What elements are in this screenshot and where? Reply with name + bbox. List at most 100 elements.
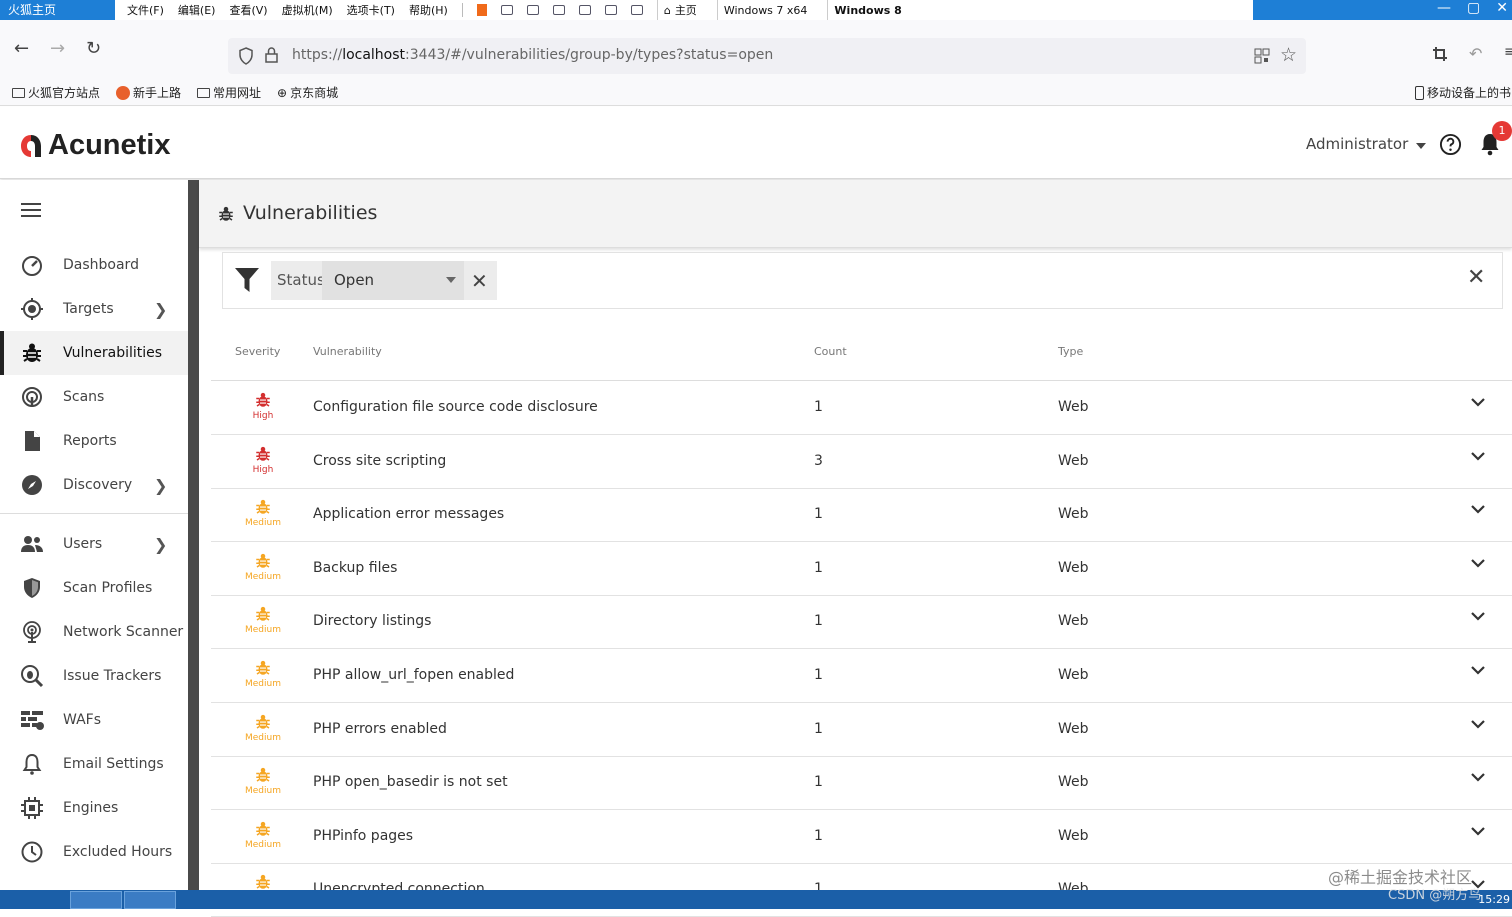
maximize-icon[interactable]: ▢	[1467, 0, 1480, 16]
sidebar-item-vulnerabilities[interactable]: Vulnerabilities	[0, 331, 188, 375]
severity-bug-icon	[243, 390, 283, 410]
table-row[interactable]: Medium Application error messages 1 Web	[211, 488, 1512, 543]
status-filter-select[interactable]: Open	[322, 261, 464, 300]
bookmark-item[interactable]: ⊕ 京东商城	[277, 84, 338, 101]
chevron-down-icon[interactable]	[1471, 719, 1485, 729]
column-severity[interactable]: Severity	[235, 345, 280, 358]
taskbar-firefox[interactable]	[124, 891, 176, 909]
vm-title-bar: 火狐主页 文件(F) 编辑(E) 查看(V) 虚拟机(M) 选项卡(T) 帮助(…	[0, 0, 1512, 20]
toolbar-icon[interactable]	[526, 5, 539, 15]
filter-value: Open	[334, 271, 375, 289]
sidebar-item-dashboard[interactable]: Dashboard	[0, 243, 188, 287]
sidebar-item-engines[interactable]: Engines	[0, 786, 188, 830]
severity-label: High	[252, 411, 274, 421]
filter-funnel-icon[interactable]	[234, 266, 260, 294]
sidebar-item-scans[interactable]: Scans	[0, 375, 188, 419]
vulnerability-name[interactable]: Cross site scripting	[313, 453, 446, 469]
chevron-down-icon[interactable]	[1471, 451, 1485, 461]
sidebar-scrollbar[interactable]	[188, 180, 199, 890]
column-count[interactable]: Count	[814, 345, 847, 358]
chevron-down-icon[interactable]	[1471, 397, 1485, 407]
bookmark-item[interactable]: 火狐官方站点	[12, 84, 100, 101]
back-arrow-icon[interactable]: ←	[14, 38, 29, 59]
menu-icon[interactable]: ≡	[1504, 44, 1512, 60]
vm-tab-win7[interactable]: Windows 7 x64	[716, 0, 814, 20]
brand-logo[interactable]: Acunetix	[20, 129, 170, 162]
column-vulnerability[interactable]: Vulnerability	[313, 345, 382, 358]
start-button[interactable]	[22, 891, 62, 909]
vm-tab-win8[interactable]: Windows 8	[827, 0, 907, 20]
sidebar-item-discovery[interactable]: Discovery ❯	[0, 463, 188, 507]
user-menu[interactable]: Administrator	[1306, 135, 1427, 153]
chevron-down-icon[interactable]	[1471, 611, 1485, 621]
toolbar-icon[interactable]	[604, 5, 617, 15]
sidebar-item-scan-profiles[interactable]: Scan Profiles	[0, 566, 188, 610]
vulnerability-name[interactable]: Backup files	[313, 560, 397, 576]
vulnerability-name[interactable]: Application error messages	[313, 506, 504, 522]
url-text[interactable]: https://localhost:3443/#/vulnerabilities…	[292, 47, 773, 63]
table-row[interactable]: High Configuration file source code discl…	[211, 381, 1512, 435]
vm-menu-tabs[interactable]: 选项卡(T)	[347, 2, 395, 18]
toolbar-icon[interactable]	[500, 5, 513, 15]
mobile-bookmarks[interactable]: 移动设备上的书	[1415, 84, 1511, 101]
bookmark-star-icon[interactable]: ☆	[1280, 44, 1297, 66]
close-icon[interactable]: ✕	[1496, 0, 1508, 16]
forward-arrow-icon[interactable]: →	[50, 38, 65, 59]
lock-icon[interactable]	[264, 46, 280, 64]
chevron-down-icon[interactable]	[1471, 504, 1485, 514]
vm-menu-view[interactable]: 查看(V)	[229, 2, 267, 18]
vulnerability-name[interactable]: PHP errors enabled	[313, 721, 447, 737]
table-row[interactable]: Medium Backup files 1 Web	[211, 542, 1512, 596]
bookmark-item[interactable]: 新手上路	[116, 84, 181, 101]
help-icon[interactable]	[1439, 133, 1462, 156]
table-row[interactable]: Medium PHPinfo pages 1 Web	[211, 810, 1512, 864]
sidebar-item-reports[interactable]: Reports	[0, 419, 188, 463]
browser-toolbar: ← → ↻ https://localhost:3443/#/vulnerabi…	[0, 20, 1512, 80]
table-row[interactable]: Medium PHP open_basedir is not set 1 Web	[211, 756, 1512, 811]
folder-icon	[197, 87, 210, 98]
sidebar-item-targets[interactable]: Targets ❯	[0, 287, 188, 331]
vm-tab-home[interactable]: ⌂ 主页	[656, 0, 703, 20]
chevron-down-icon[interactable]	[1471, 558, 1485, 568]
table-row[interactable]: Medium PHP errors enabled 1 Web	[211, 703, 1512, 757]
crop-icon[interactable]	[1432, 46, 1448, 62]
vulnerability-name[interactable]: Configuration file source code disclosur…	[313, 399, 598, 415]
chevron-down-icon[interactable]	[1471, 665, 1485, 675]
vm-menu-help[interactable]: 帮助(H)	[409, 2, 448, 18]
toolbar-icon[interactable]	[578, 5, 591, 15]
vulnerability-name[interactable]: PHP allow_url_fopen enabled	[313, 667, 514, 683]
vulnerability-name[interactable]: PHP open_basedir is not set	[313, 774, 508, 790]
table-row[interactable]: Medium Directory listings 1 Web	[211, 595, 1512, 650]
vm-menu-file[interactable]: 文件(F)	[127, 2, 164, 18]
toolbar-icon[interactable]	[552, 5, 565, 15]
chevron-down-icon[interactable]	[1471, 772, 1485, 782]
vm-menu-edit[interactable]: 编辑(E)	[178, 2, 216, 18]
sidebar-item-email-settings[interactable]: Email Settings	[0, 742, 188, 786]
reload-icon[interactable]: ↻	[86, 38, 101, 59]
minimize-icon[interactable]: —	[1437, 0, 1451, 16]
address-bar[interactable]: https://localhost:3443/#/vulnerabilities…	[228, 38, 1306, 74]
column-type[interactable]: Type	[1058, 345, 1083, 358]
sidebar-item-users[interactable]: Users ❯	[0, 522, 188, 566]
vm-menu-vm[interactable]: 虚拟机(M)	[282, 2, 333, 18]
toolbar-icon[interactable]	[630, 5, 643, 15]
table-row[interactable]: High Cross site scripting 3 Web	[211, 435, 1512, 489]
clear-filters-icon[interactable]: ✕	[1467, 265, 1485, 290]
table-row[interactable]: Medium PHP allow_url_fopen enabled 1 Web	[211, 649, 1512, 703]
sidebar-item-label: Vulnerabilities	[63, 345, 163, 361]
taskbar-explorer[interactable]	[70, 891, 122, 909]
sidebar-item-excluded-hours[interactable]: Excluded Hours	[0, 830, 188, 874]
shield-icon	[239, 47, 253, 65]
sidebar-item-wafs[interactable]: WAFs	[0, 698, 188, 742]
chevron-down-icon[interactable]	[1471, 826, 1485, 836]
sidebar-item-network-scanner[interactable]: Network Scanner	[0, 610, 188, 654]
bookmark-item[interactable]: 常用网址	[197, 84, 261, 101]
remove-filter-icon[interactable]: ✕	[471, 269, 488, 293]
pause-icon[interactable]	[476, 4, 487, 16]
undo-icon[interactable]: ↶	[1469, 44, 1482, 63]
hamburger-menu-icon[interactable]	[21, 202, 41, 218]
sidebar-item-issue-trackers[interactable]: Issue Trackers	[0, 654, 188, 698]
qr-code-icon[interactable]	[1254, 48, 1270, 64]
vulnerability-name[interactable]: PHPinfo pages	[313, 828, 413, 844]
vulnerability-name[interactable]: Directory listings	[313, 613, 431, 629]
